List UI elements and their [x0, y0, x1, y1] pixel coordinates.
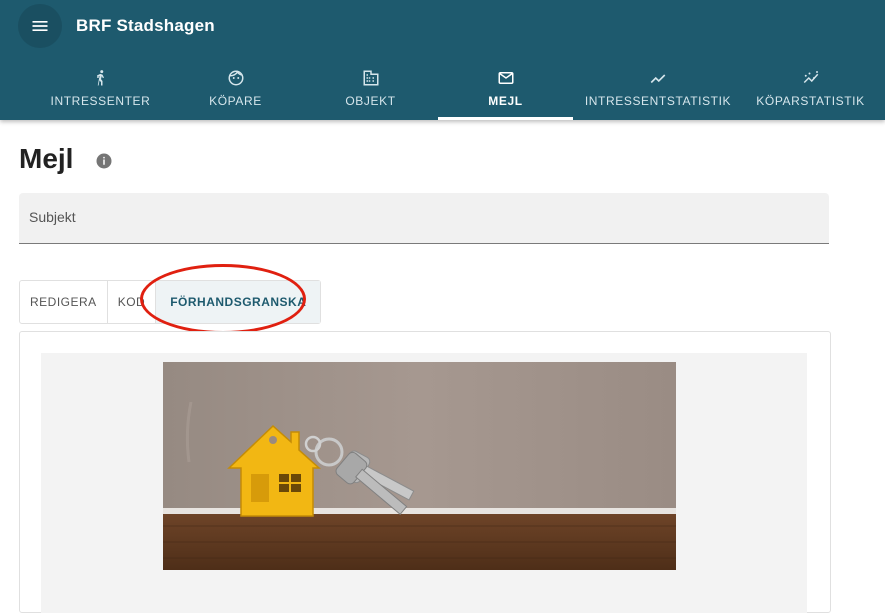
email-preview: [19, 331, 831, 613]
scatter-trend-icon: [801, 68, 821, 88]
tab-mejl[interactable]: MEJL: [438, 60, 573, 120]
tab-intressentstatistik[interactable]: INTRESSENTSTATISTIK: [573, 60, 743, 120]
app-title: BRF Stadshagen: [76, 16, 215, 35]
subject-input[interactable]: [19, 193, 829, 241]
face-icon: [227, 68, 245, 88]
tab-label: OBJEKT: [345, 94, 396, 108]
tab-koparstatistik[interactable]: KÖPARSTATISTIK: [743, 60, 878, 120]
hero-image: [163, 362, 676, 570]
page-title: Mejl: [19, 143, 74, 174]
menu-button[interactable]: [18, 4, 62, 48]
info-icon[interactable]: [95, 152, 113, 170]
editor-tabs: REDIGERA KOD FÖRHANDSGRANSKA: [19, 280, 322, 324]
subject-field[interactable]: [19, 193, 829, 244]
tab-redigera[interactable]: REDIGERA: [20, 281, 108, 323]
app-bar: BRF Stadshagen INTRESSENTER KÖPARE OBJEK…: [0, 0, 885, 120]
tab-kopare[interactable]: KÖPARE: [168, 60, 303, 120]
tab-intressenter[interactable]: INTRESSENTER: [33, 60, 168, 120]
main-nav-tabs: INTRESSENTER KÖPARE OBJEKT MEJL INTRESSE…: [0, 60, 885, 120]
tab-kod[interactable]: KOD: [108, 281, 157, 323]
tab-label: INTRESSENTER: [50, 94, 151, 108]
person-pin-icon: [92, 68, 110, 88]
tab-label: KÖPARSTATISTIK: [756, 94, 865, 108]
trending-up-icon: [649, 68, 667, 88]
tab-label: INTRESSENTSTATISTIK: [584, 94, 732, 108]
tab-forhandsgranska[interactable]: FÖRHANDSGRANSKA: [156, 281, 321, 323]
email-body: [41, 353, 807, 613]
building-icon: [362, 68, 380, 88]
hamburger-menu-icon: [32, 21, 48, 31]
tab-label: MEJL: [488, 94, 523, 108]
active-tab-indicator: [438, 117, 573, 120]
mail-icon: [497, 68, 515, 88]
tab-label: KÖPARE: [209, 94, 262, 108]
tab-objekt[interactable]: OBJEKT: [303, 60, 438, 120]
